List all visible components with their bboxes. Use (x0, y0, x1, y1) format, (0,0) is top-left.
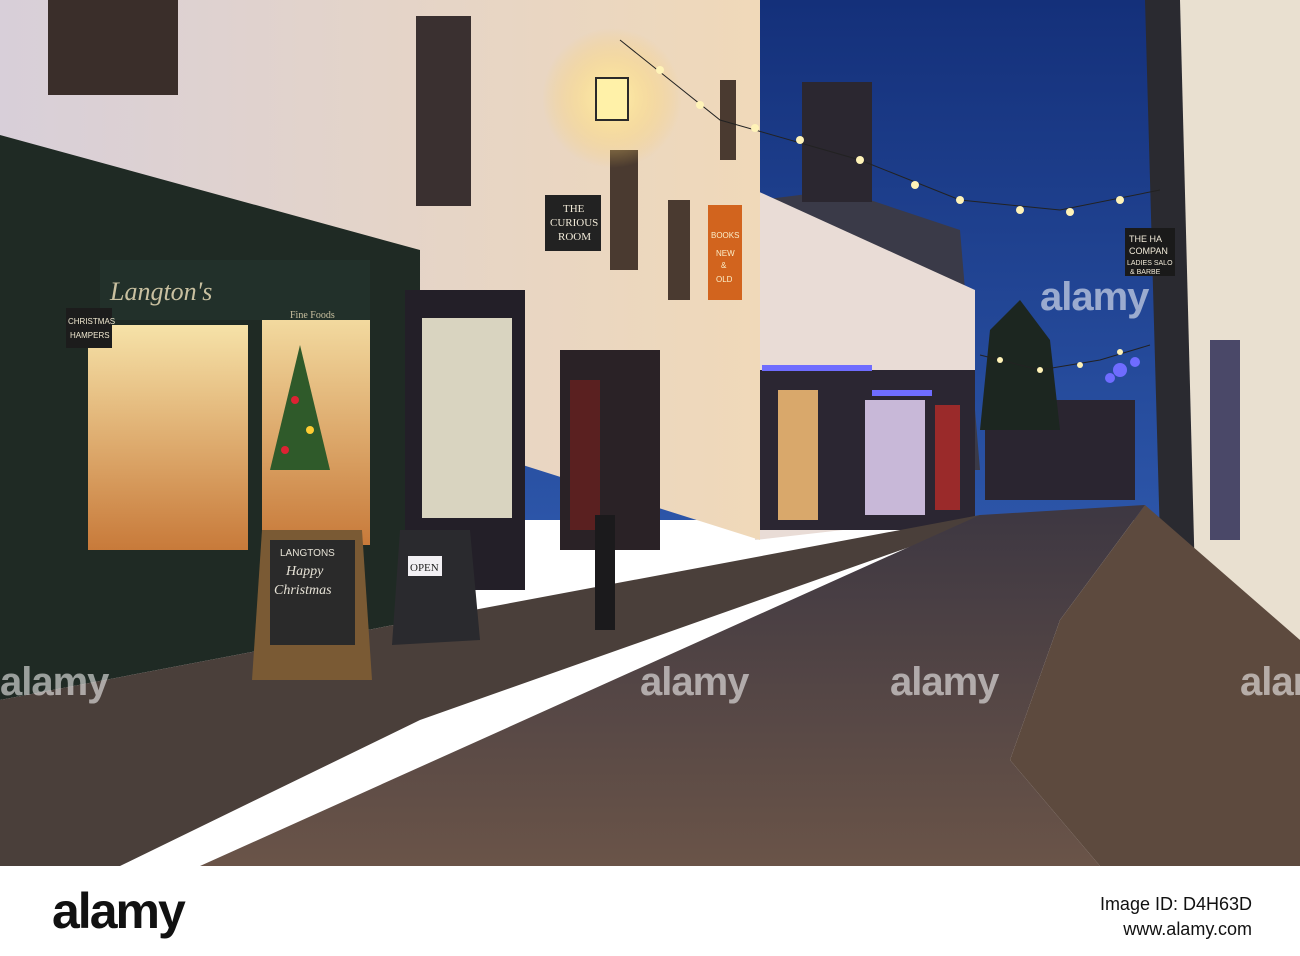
street-photo: Langton's Fine Foods CHRISTMAS HAMPERS T… (0, 0, 1300, 866)
curious-room-line2: CURIOUS (550, 217, 598, 229)
curious-room-line3: ROOM (558, 231, 591, 243)
books-line3: & (721, 261, 727, 270)
langtons-sign-sub: Fine Foods (290, 310, 335, 321)
bollard (595, 515, 615, 630)
tree-bauble (291, 396, 299, 404)
tree-bauble (306, 426, 314, 434)
middle-window-1 (778, 390, 818, 520)
watermark-1: alamy (0, 660, 109, 704)
upper-window-4 (668, 200, 690, 300)
footer-info: Image ID: D4H63D www.alamy.com (1100, 894, 1252, 940)
watermark-3: alamy (890, 660, 999, 704)
blackboard-line1: LANGTONS (280, 548, 335, 559)
footer-logo: alamy (52, 883, 186, 939)
middle-window-2 (865, 400, 925, 515)
upper-window-1 (48, 0, 178, 95)
open-board (392, 530, 480, 645)
books-line1: BOOKS (711, 231, 739, 240)
langtons-sign-text: Langton's (109, 277, 212, 306)
barber-line1: THE HA (1129, 234, 1162, 244)
red-door (935, 405, 960, 510)
upper-window-2 (416, 16, 471, 206)
watermark-5: alamy (1040, 275, 1149, 319)
hampers-sign-line2: HAMPERS (70, 331, 110, 340)
curious-room-line1: THE (563, 203, 585, 215)
footer-bar: alamy Image ID: D4H63D www.alamy.com (0, 866, 1300, 956)
second-shop-window (422, 318, 512, 518)
barber-line3: LADIES SALO (1127, 260, 1173, 267)
open-sign-text: OPEN (410, 562, 439, 574)
site-url: www.alamy.com (1123, 919, 1252, 939)
chimney (802, 82, 872, 202)
street-scene: Langton's Fine Foods CHRISTMAS HAMPERS T… (0, 0, 1300, 866)
upper-window-5 (720, 80, 736, 160)
red-shop-door (570, 380, 600, 530)
street-lamp (595, 77, 629, 121)
hampers-sign (66, 308, 112, 348)
books-line4: OLD (716, 275, 733, 284)
right-window (1210, 340, 1240, 540)
hampers-sign-line1: CHRISTMAS (68, 317, 115, 326)
langtons-window-left (88, 325, 248, 550)
blackboard-line3: Christmas (274, 583, 332, 598)
blackboard-line2: Happy (285, 564, 324, 579)
watermark-4: alamy (1240, 660, 1300, 704)
upper-window-3 (610, 150, 638, 270)
image-id: Image ID: D4H63D (1099, 894, 1252, 914)
tree-bauble (281, 446, 289, 454)
watermark-2: alamy (640, 660, 749, 704)
books-line2: NEW (716, 249, 735, 258)
barber-line2: COMPAN (1129, 246, 1168, 256)
right-building-front (1180, 0, 1300, 640)
